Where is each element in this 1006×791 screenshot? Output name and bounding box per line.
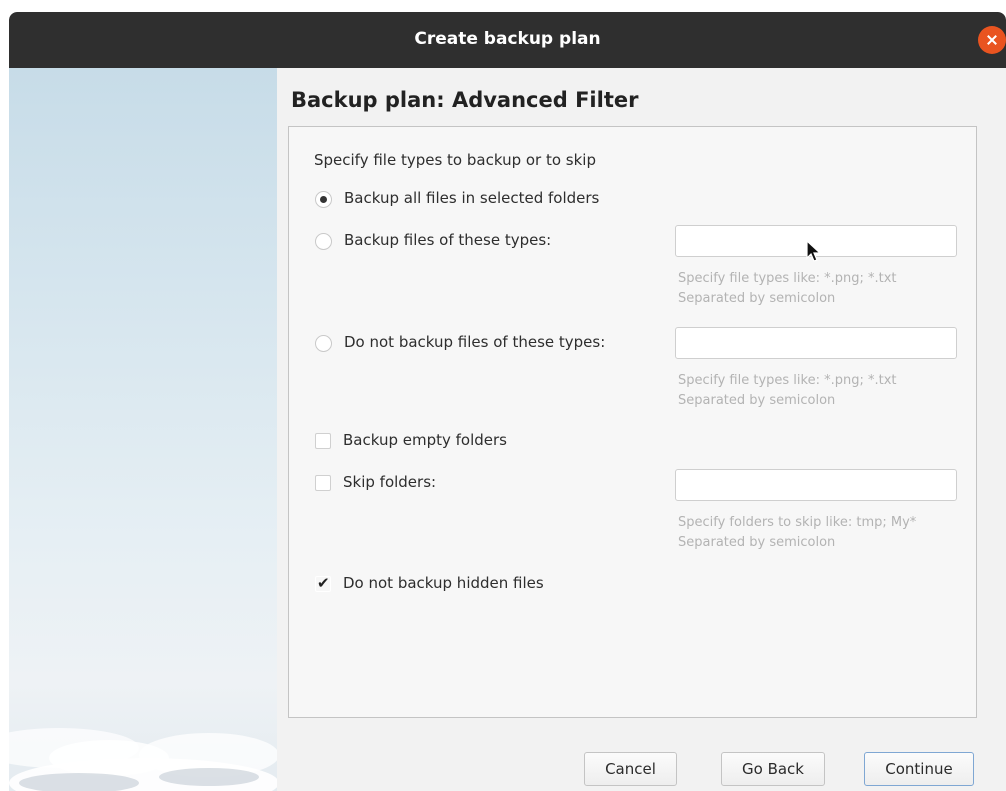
radio-these-types-label[interactable]: Backup files of these types: [344, 231, 551, 249]
radio-all-files[interactable] [315, 191, 332, 208]
skip-folders-hint-2: Separated by semicolon [678, 535, 836, 550]
exclude-types-hint-1: Specify file types like: *.png; *.txt [678, 373, 897, 388]
radio-these-types[interactable] [315, 233, 332, 250]
continue-button[interactable]: Continue [864, 752, 974, 786]
mouse-pointer-icon [806, 240, 822, 262]
skip-hidden-files-checkbox[interactable]: ✔ [315, 574, 331, 592]
cancel-button[interactable]: Cancel [584, 752, 677, 786]
content-area: Backup plan: Advanced Filter Specify fil… [277, 68, 1006, 791]
skip-folders-input[interactable] [675, 469, 957, 501]
page-title: Backup plan: Advanced Filter [291, 88, 639, 112]
skip-hidden-files-label[interactable]: Do not backup hidden files [343, 574, 544, 592]
skip-folders-hint-1: Specify folders to skip like: tmp; My* [678, 515, 917, 530]
skip-folders-label[interactable]: Skip folders: [343, 473, 436, 491]
include-types-hint-1: Specify file types like: *.png; *.txt [678, 271, 897, 286]
filter-section-label: Specify file types to backup or to skip [314, 151, 596, 169]
include-types-hint-2: Separated by semicolon [678, 291, 836, 306]
title-bar[interactable]: Create backup plan [9, 12, 1006, 68]
radio-not-these-types[interactable] [315, 335, 332, 352]
advanced-filter-panel: Specify file types to backup or to skip … [288, 126, 977, 718]
backup-empty-folders-checkbox[interactable] [315, 433, 331, 449]
skip-folders-checkbox[interactable] [315, 475, 331, 491]
dialog-window: Create backup plan Backup plan: Advanced… [9, 12, 1006, 791]
close-icon[interactable] [978, 26, 1006, 54]
exclude-types-input[interactable] [675, 327, 957, 359]
radio-not-these-types-label[interactable]: Do not backup files of these types: [344, 333, 605, 351]
go-back-button[interactable]: Go Back [721, 752, 825, 786]
exclude-types-hint-2: Separated by semicolon [678, 393, 836, 408]
sidebar-sky-image [9, 68, 277, 791]
radio-all-files-label[interactable]: Backup all files in selected folders [344, 189, 599, 207]
window-title: Create backup plan [414, 29, 601, 49]
checkmark-icon: ✔ [317, 574, 330, 592]
backup-empty-folders-label[interactable]: Backup empty folders [343, 431, 507, 449]
